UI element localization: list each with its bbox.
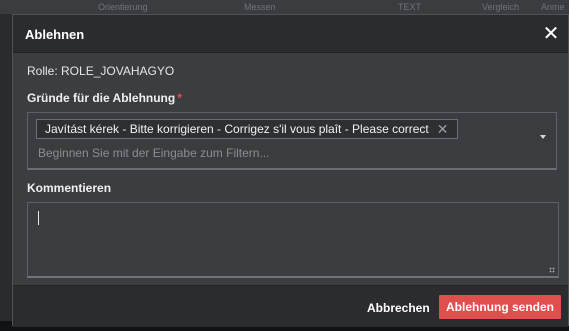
background-table-header: Orientierung Messen TEXT Vergleich Anme xyxy=(0,0,569,14)
background-column-header: Orientierung xyxy=(98,2,148,12)
submit-rejection-button[interactable]: Ablehnung senden xyxy=(439,295,561,319)
selected-reason-chip: Javítást kérek - Bitte korrigieren - Cor… xyxy=(36,119,458,139)
dialog-header: Ablehnen ✕ xyxy=(13,15,568,53)
comment-label: Kommentieren xyxy=(27,181,112,195)
resize-grip-icon[interactable] xyxy=(549,267,555,273)
comment-textarea[interactable] xyxy=(28,203,558,276)
chip-label: Javítást kérek - Bitte korrigieren - Cor… xyxy=(45,122,429,136)
comment-field[interactable] xyxy=(27,202,559,278)
required-marker: * xyxy=(177,91,182,105)
reasons-label: Gründe für die Ablehnung * xyxy=(27,91,182,105)
background-column-header: Messen xyxy=(244,2,276,12)
background-column-header: Vergleich xyxy=(482,2,520,12)
dialog-title: Ablehnen xyxy=(25,27,85,42)
close-icon[interactable]: ✕ xyxy=(540,23,562,45)
background-column-header: Anme xyxy=(541,2,565,12)
text-cursor xyxy=(38,211,39,225)
dialog-footer: Abbrechen Ablehnung senden xyxy=(13,285,568,327)
chevron-down-icon[interactable] xyxy=(540,135,546,139)
close-icon[interactable]: ✕ xyxy=(437,122,449,136)
reasons-multiselect[interactable]: Javítást kérek - Bitte korrigieren - Cor… xyxy=(27,112,557,170)
reject-dialog: Ablehnen ✕ Rolle: ROLE_JOVAHAGYO Gründe … xyxy=(12,14,569,327)
background-column-header: TEXT xyxy=(398,2,422,12)
role-info: Rolle: ROLE_JOVAHAGYO xyxy=(27,64,175,78)
cancel-button[interactable]: Abbrechen xyxy=(361,297,436,319)
reasons-label-text: Gründe für die Ablehnung xyxy=(27,91,176,105)
reasons-filter-input[interactable] xyxy=(38,145,518,161)
